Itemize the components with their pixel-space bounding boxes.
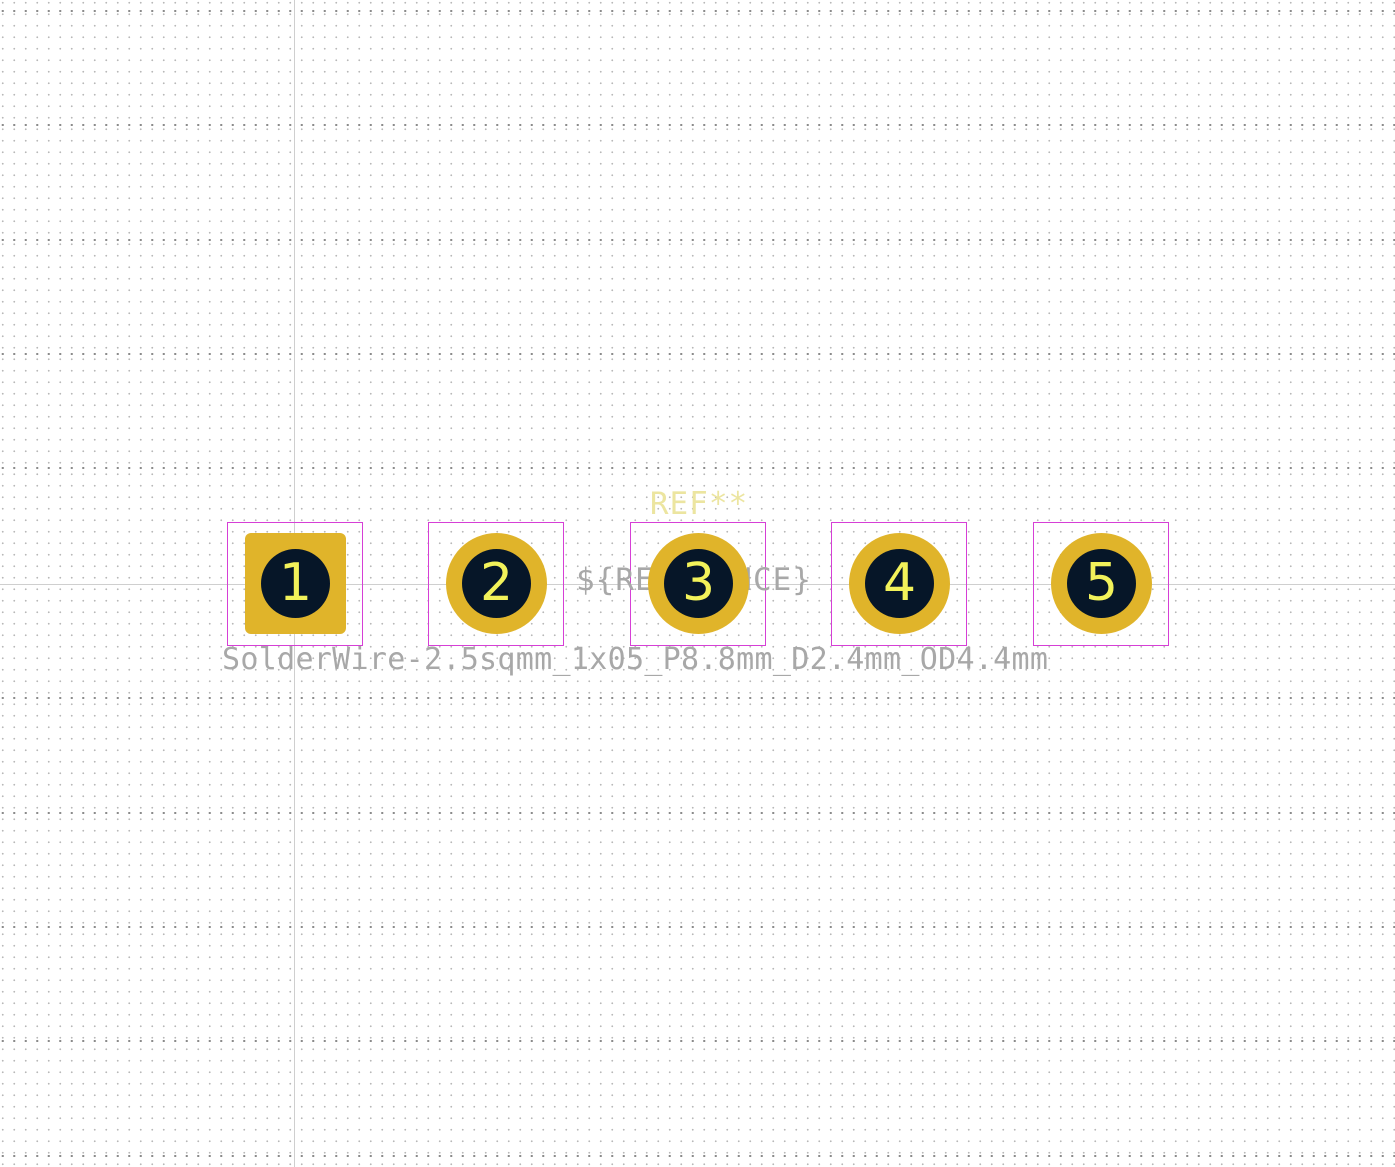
grid-row [0,353,1395,355]
pad-number: 1 [278,553,313,613]
grid-row [0,239,1395,241]
footprint-name-label[interactable]: SolderWire-2.5sqmm_1x05_P8.8mm_D2.4mm_OD… [222,642,1048,677]
grid-row [0,124,1395,126]
reference-field[interactable]: REF** [640,486,758,522]
grid-row [0,926,1395,928]
pad-5[interactable]: 5 [1051,533,1152,634]
grid-row [0,812,1395,814]
grid-row [0,1155,1395,1157]
grid-row [0,697,1395,699]
pad-number: 3 [681,553,716,613]
pad-number: 5 [1084,553,1119,613]
pad-1[interactable]: 1 [245,533,346,634]
pad-2[interactable]: 2 [446,533,547,634]
pad-number: 2 [479,553,514,613]
pad-number: 4 [882,553,917,613]
grid-row [0,10,1395,12]
grid-row [0,467,1395,469]
pad-3[interactable]: 3 [648,533,749,634]
grid-row [0,1040,1395,1042]
pad-4[interactable]: 4 [849,533,950,634]
pcb-canvas[interactable]: ${REFERENCE} 1 2 3 4 5 REF** SolderWire-… [0,0,1395,1167]
